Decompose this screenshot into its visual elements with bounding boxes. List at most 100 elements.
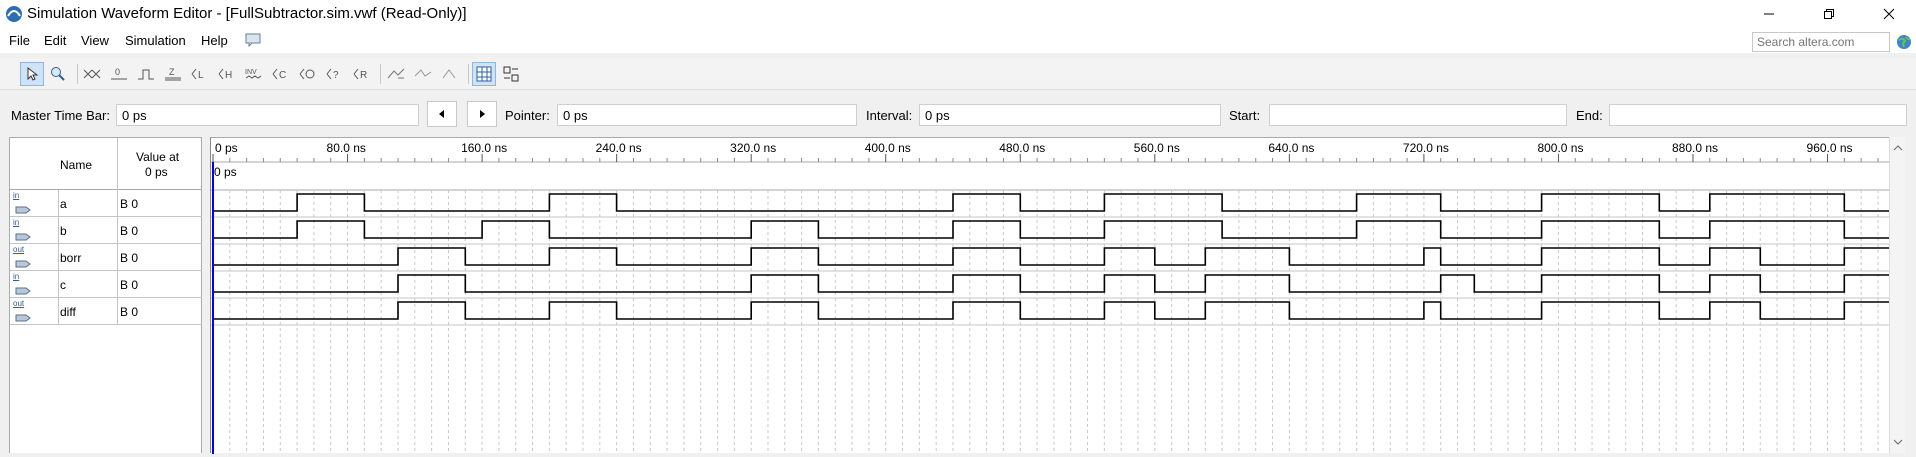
interval-field: 0 ps (919, 104, 1221, 126)
signal-list-header: Name Value at 0 ps (10, 138, 203, 190)
restore-icon (1824, 9, 1834, 19)
force-high-button[interactable] (134, 62, 158, 86)
ruler-label: 0 ps (215, 141, 238, 155)
ruler-label: 400.0 ns (865, 141, 911, 155)
feedback-icon[interactable] (245, 33, 261, 47)
force-weak-low-button[interactable]: L (188, 62, 212, 86)
show-waveform-button[interactable] (499, 62, 523, 86)
waveform-borr (213, 247, 1916, 266)
waveform-panel[interactable]: 0 ps 80.0 ns 160.0 ns 240.0 ns 320.0 ns 400.0… (210, 137, 1916, 454)
svg-text:INV: INV (245, 69, 257, 76)
app-logo-icon (6, 6, 22, 22)
ruler-label: 80.0 ns (327, 141, 366, 155)
waveform-c (213, 274, 1916, 293)
signal-row-a[interactable]: in a B 0 (10, 190, 203, 217)
value-column-time: 0 ps (145, 165, 168, 179)
panel-splitter[interactable] (202, 137, 210, 453)
end-field (1609, 104, 1907, 126)
ruler-label: 880.0 ns (1672, 141, 1718, 155)
globe-icon[interactable] (1896, 34, 1912, 50)
menu-simulation[interactable]: Simulation (125, 33, 186, 48)
pin-direction-label: out (13, 299, 25, 308)
force-low-button[interactable]: 0 (107, 62, 131, 86)
toolbar: 0 Z L H INV C ? R (0, 58, 1916, 90)
force-high-impedance-button[interactable]: Z (161, 62, 185, 86)
name-column-header[interactable]: Name (60, 158, 92, 172)
waveform-b (213, 220, 1916, 239)
snap-to-transition-button[interactable] (411, 62, 435, 86)
pointer-label: Pointer: (505, 108, 550, 123)
waveform-canvas[interactable]: 0 ps 80.0 ns 160.0 ns 240.0 ns 320.0 ns 400.0… (211, 138, 1916, 454)
next-transition-button[interactable] (467, 101, 497, 127)
pin-direction-label: out (13, 245, 25, 254)
signal-value: B 0 (120, 251, 139, 265)
snap-to-transition-icon (414, 69, 432, 77)
arbitrary-value-button[interactable]: ? (323, 62, 347, 86)
close-button[interactable] (1866, 0, 1912, 28)
ruler-label: 960.0 ns (1807, 141, 1853, 155)
signal-row-b[interactable]: in b B 0 (10, 217, 203, 244)
waveform-diff (213, 301, 1916, 320)
zoom-tool-button[interactable] (46, 62, 70, 86)
ruler-label: 800.0 ns (1537, 141, 1583, 155)
arrow-right-icon (480, 110, 485, 118)
signal-row-borr[interactable]: out borr B 0 (10, 244, 203, 271)
selection-tool-button[interactable] (20, 62, 44, 86)
force-weak-low-icon: L (191, 68, 204, 81)
pin-direction-label: in (13, 191, 20, 200)
ruler-label: 160.0 ns (461, 141, 507, 155)
count-value-icon: C (272, 68, 286, 81)
pin-direction-label: in (13, 272, 20, 281)
signal-value: B 0 (120, 278, 139, 292)
clock-value-icon (299, 68, 315, 80)
value-column-header[interactable]: Value at (136, 150, 179, 164)
ruler-label: 720.0 ns (1403, 141, 1449, 155)
previous-transition-button[interactable] (427, 101, 457, 127)
start-label: Start: (1229, 108, 1261, 123)
invert-button[interactable]: INV (242, 62, 266, 86)
group-button[interactable] (438, 62, 462, 86)
svg-text:?: ? (333, 70, 339, 81)
force-weak-high-button[interactable]: H (215, 62, 239, 86)
cursor-label: 0 ps (214, 165, 237, 179)
force-unknown-icon (83, 69, 101, 79)
minimize-icon (1764, 13, 1774, 15)
force-low-icon: 0 (111, 67, 127, 80)
ruler-label: 480.0 ns (999, 141, 1045, 155)
scroll-up-icon[interactable] (1890, 141, 1906, 155)
signal-name: diff (60, 305, 76, 319)
scroll-down-icon[interactable] (1890, 435, 1906, 449)
svg-text:H: H (225, 70, 232, 81)
signal-value: B 0 (120, 224, 139, 238)
pin-direction-label: in (13, 218, 20, 227)
title-bar: Simulation Waveform Editor - [FullSubtra… (0, 0, 1916, 28)
group-icon (442, 69, 456, 79)
arbitrary-value-icon: ? (326, 68, 339, 81)
signal-row-c[interactable]: in c B 0 (10, 271, 203, 298)
clock-value-button[interactable] (296, 62, 320, 86)
force-high-icon (138, 69, 154, 80)
signal-name: borr (60, 251, 82, 265)
menu-help[interactable]: Help (201, 33, 228, 48)
selection-tool-icon (27, 67, 39, 81)
show-grid-icon (476, 66, 492, 82)
time-bar: Master Time Bar: 0 ps Pointer: 0 ps Inte… (0, 98, 1916, 132)
menu-edit[interactable]: Edit (44, 33, 66, 48)
show-grid-button[interactable] (472, 62, 496, 86)
restore-button[interactable] (1806, 0, 1852, 28)
menu-view[interactable]: View (81, 33, 109, 48)
search-input[interactable] (1752, 32, 1890, 52)
signal-row-diff[interactable]: out diff B 0 (10, 298, 203, 325)
svg-text:R: R (360, 70, 367, 81)
master-time-bar-field[interactable]: 0 ps (116, 104, 419, 126)
menu-file[interactable]: File (9, 33, 30, 48)
vertical-scrollbar[interactable] (1889, 137, 1905, 453)
svg-text:L: L (198, 70, 204, 81)
snap-to-grid-button[interactable] (384, 62, 408, 86)
minimize-button[interactable] (1746, 0, 1792, 28)
random-value-button[interactable]: R (350, 62, 374, 86)
signal-name: a (60, 197, 67, 211)
force-unknown-button[interactable] (80, 62, 104, 86)
count-value-button[interactable]: C (269, 62, 293, 86)
snap-to-grid-icon (387, 68, 405, 79)
